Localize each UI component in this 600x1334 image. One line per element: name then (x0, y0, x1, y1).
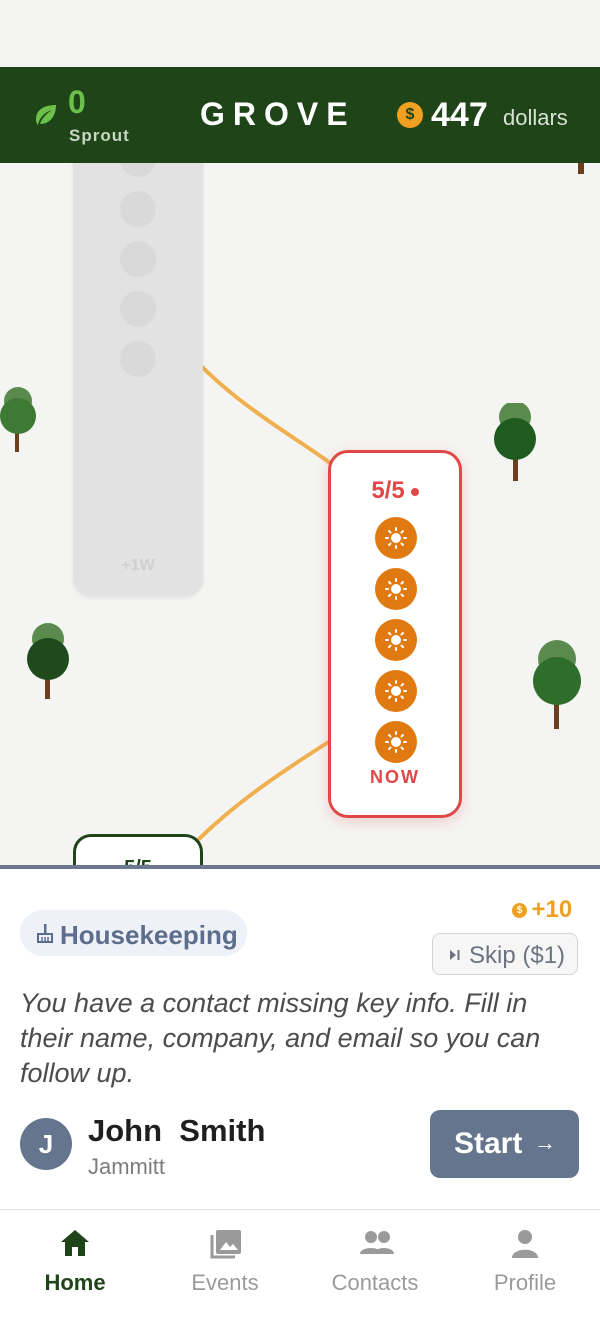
tree-icon (494, 403, 536, 481)
bottom-nav: Home Events Contacts Profile (0, 1209, 600, 1334)
skip-button[interactable]: Skip ($1) (432, 933, 578, 975)
photo-library-icon (210, 1230, 241, 1259)
past-task-dot (120, 163, 156, 177)
nav-contacts-label: Contacts (331, 1270, 419, 1295)
nav-home[interactable]: Home (0, 1210, 150, 1334)
reward-amount: +10 (531, 896, 573, 923)
tree-icon (0, 387, 36, 452)
home-icon (61, 1230, 89, 1256)
alert-dot (410, 487, 419, 496)
current-progress: 5/5 (331, 477, 459, 505)
avatar: J (20, 1118, 72, 1170)
person-icon (512, 1230, 538, 1258)
current-week-node[interactable]: 5/5 NOW (328, 450, 462, 818)
contact-company: Jammitt (88, 1154, 165, 1179)
people-icon (360, 1231, 394, 1254)
category-chip: Housekeeping (20, 910, 247, 956)
next-week-node[interactable]: 5/5 (73, 834, 203, 866)
tree-trunk (578, 163, 584, 174)
past-week-node[interactable]: +1W (73, 163, 203, 596)
tree-icon (533, 640, 581, 729)
coin-icon: $ (512, 902, 527, 918)
sun-icon[interactable] (375, 517, 417, 559)
sprout-label: Sprout (69, 126, 130, 145)
start-label: Start (454, 1127, 523, 1160)
start-button[interactable]: Start → (430, 1110, 579, 1178)
task-description: You have a contact missing key info. Fil… (20, 988, 541, 1088)
leaf-icon (36, 105, 56, 125)
dollars-label: dollars (503, 105, 568, 130)
broom-icon (37, 924, 53, 943)
past-task-dot (120, 191, 156, 227)
app-title: GROVE (200, 96, 356, 132)
skip-icon (450, 950, 460, 960)
contact-name: John Smith (88, 1113, 266, 1148)
nav-home-label: Home (44, 1270, 106, 1295)
skip-label: Skip ($1) (469, 942, 566, 969)
sun-icon[interactable] (375, 670, 417, 712)
past-task-dot (120, 291, 156, 327)
past-task-dot (120, 341, 156, 377)
past-task-dot (120, 241, 156, 277)
sun-icon[interactable] (375, 619, 417, 661)
category-label: Housekeeping (60, 920, 238, 950)
now-label: NOW (370, 767, 420, 787)
tree-icon (27, 623, 69, 699)
coin-icon: $ (397, 102, 423, 128)
reward-badge: $ +10 (512, 896, 572, 924)
nav-events[interactable]: Events (150, 1210, 300, 1334)
nav-profile[interactable]: Profile (450, 1210, 600, 1334)
nav-events-label: Events (191, 1270, 259, 1295)
arrow-right-icon: → (534, 1130, 556, 1155)
nav-profile-label: Profile (493, 1270, 557, 1295)
sun-icon[interactable] (375, 721, 417, 763)
past-week-label: +1W (121, 557, 155, 574)
nav-contacts[interactable]: Contacts (300, 1210, 450, 1334)
progress-map[interactable]: +1W 5/5 NOW 5/5 (0, 163, 600, 866)
sun-icon[interactable] (375, 568, 417, 610)
dollars-balance: 447 (431, 96, 488, 134)
sprout-count: 0 (68, 84, 86, 120)
